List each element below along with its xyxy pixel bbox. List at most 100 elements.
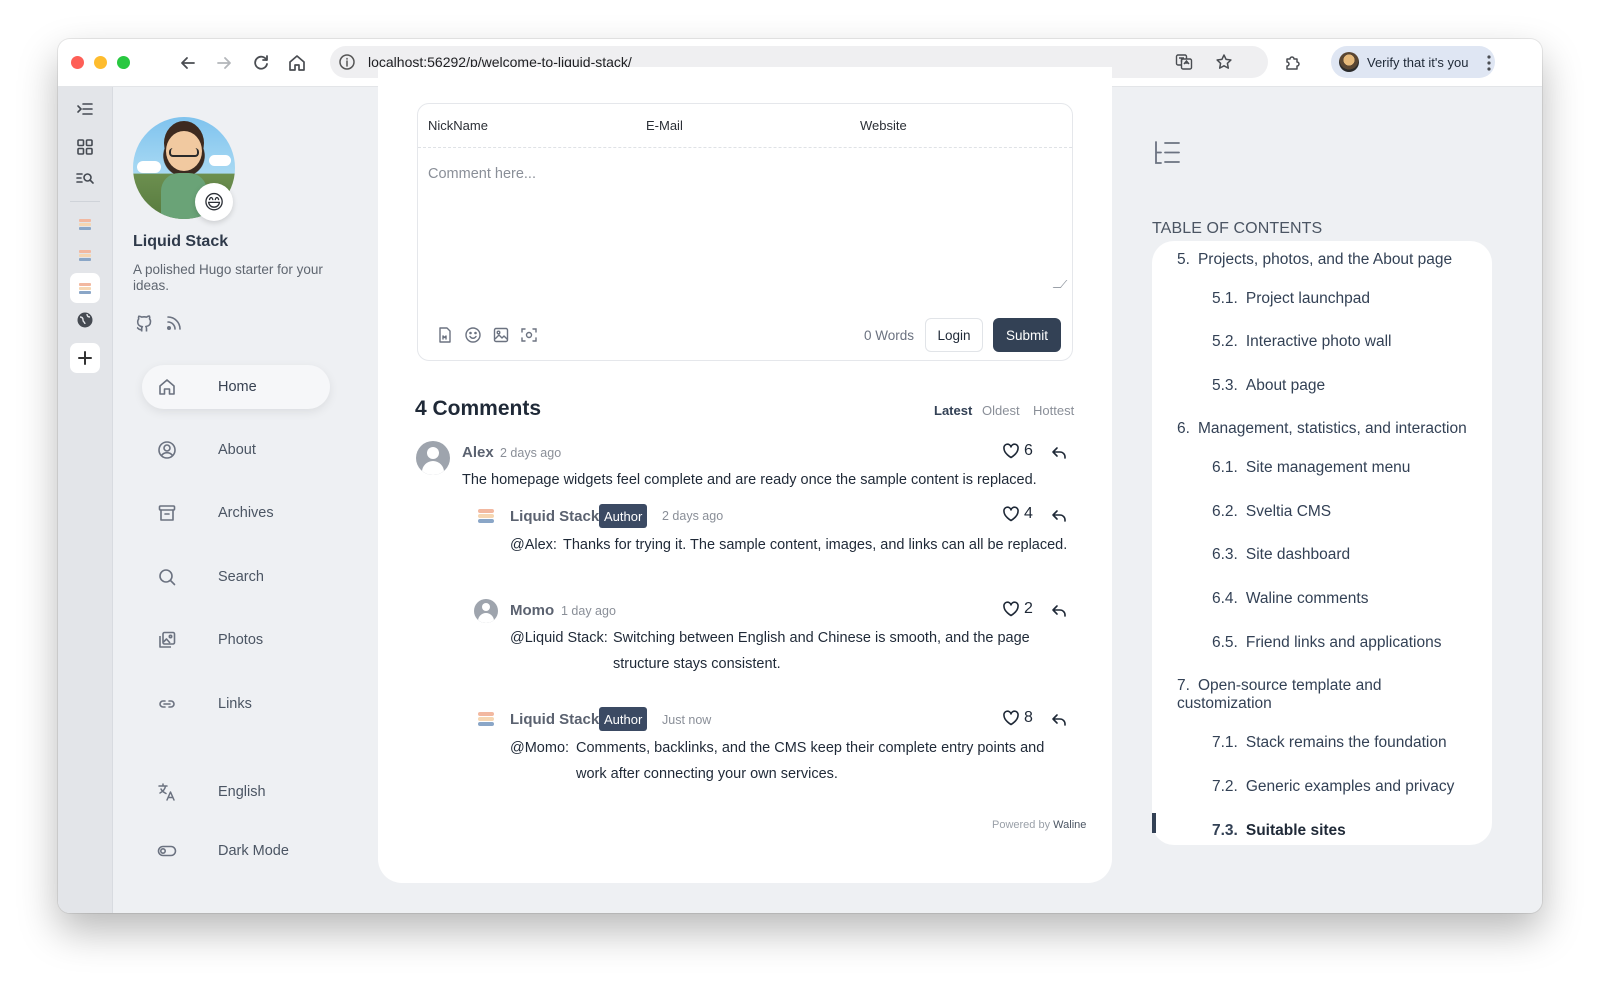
preview-icon[interactable]	[520, 326, 538, 344]
widgets-grid-icon[interactable]	[75, 137, 95, 157]
main-article-card: NickName E-Mail Website Comment here...	[378, 67, 1112, 883]
comment-mention[interactable]: @Momo:	[510, 735, 569, 761]
comment-textarea[interactable]: Comment here...	[428, 166, 536, 182]
sort-tab-oldest[interactable]: Oldest	[982, 403, 1020, 418]
close-window-button[interactable]	[71, 56, 84, 69]
translate-icon[interactable]	[1175, 53, 1193, 71]
menu-item-label: Links	[218, 696, 252, 712]
comment-author[interactable]: Alex	[462, 444, 494, 461]
home-icon[interactable]	[287, 53, 307, 73]
comment-mention[interactable]: @Liquid Stack:	[510, 625, 608, 651]
like-count: 4	[1024, 505, 1033, 522]
site-description: A polished Hugo starter for your ideas.	[133, 262, 323, 293]
reply-icon[interactable]	[1050, 711, 1068, 729]
dark-mode-toggle[interactable]: Dark Mode	[142, 829, 330, 873]
waline-link[interactable]: Waline	[1053, 819, 1086, 831]
sort-tab-hottest[interactable]: Hottest	[1033, 403, 1074, 418]
like-button[interactable]: 8	[1002, 709, 1033, 727]
toc-item[interactable]: 5.3. About page	[1212, 377, 1325, 395]
heart-icon	[1003, 443, 1019, 459]
comment-text: @Momo: Comments, backlinks, and the CMS …	[510, 735, 1070, 787]
bookmark-star-icon[interactable]	[1215, 53, 1233, 71]
comment-mention[interactable]: @Alex:	[510, 532, 557, 558]
reply-icon[interactable]	[1050, 507, 1068, 525]
nickname-field[interactable]: NickName	[428, 118, 488, 133]
heart-icon	[1003, 601, 1019, 617]
toc-item[interactable]: 7.1. Stack remains the foundation	[1212, 734, 1447, 752]
toc-item[interactable]: 6.5. Friend links and applications	[1212, 634, 1441, 652]
toc-item-active[interactable]: 7.3. Suitable sites	[1212, 822, 1346, 840]
github-icon[interactable]	[134, 313, 154, 333]
toc-item[interactable]: 7. Open-source template and customization	[1177, 677, 1477, 713]
back-arrow-icon[interactable]	[178, 53, 198, 73]
submit-button[interactable]: Submit	[993, 318, 1061, 352]
comment-author[interactable]: Momo	[510, 602, 554, 619]
globe-icon[interactable]	[75, 310, 95, 330]
like-count: 8	[1024, 709, 1033, 726]
author-badge: Author	[599, 707, 648, 731]
menu-item-search[interactable]: Search	[142, 555, 330, 599]
menu-item-label: Search	[218, 569, 264, 585]
like-button[interactable]: 2	[1002, 600, 1033, 618]
menu-item-label: Archives	[218, 505, 274, 521]
toc-item[interactable]: 6. Management, statistics, and interactio…	[1177, 420, 1467, 438]
like-button[interactable]: 4	[1002, 505, 1033, 523]
menu-item-about[interactable]: About	[142, 428, 330, 472]
toc-item[interactable]: 5. Projects, photos, and the About page	[1177, 251, 1452, 269]
forward-arrow-icon[interactable]	[214, 53, 234, 73]
image-upload-icon[interactable]	[492, 326, 510, 344]
search-list-icon[interactable]	[75, 168, 95, 188]
page-content: 😄 Liquid Stack A polished Hugo starter f…	[58, 67, 1542, 913]
toc-item[interactable]: 6.2. Sveltia CMS	[1212, 503, 1331, 521]
sort-tab-latest[interactable]: Latest	[934, 403, 972, 418]
email-field[interactable]: E-Mail	[646, 118, 683, 133]
reload-icon[interactable]	[251, 53, 271, 73]
menu-item-home[interactable]: Home	[142, 365, 330, 409]
toc-item[interactable]: 5.1. Project launchpad	[1212, 290, 1370, 308]
photos-icon	[156, 629, 178, 651]
comment-form: NickName E-Mail Website Comment here...	[417, 103, 1073, 361]
site-logo-active-icon[interactable]	[70, 273, 100, 303]
browser-menu-icon[interactable]	[1479, 53, 1499, 73]
site-logo-icon[interactable]	[75, 245, 95, 265]
word-count-label: Words	[875, 328, 915, 343]
site-logo-icon	[478, 509, 494, 523]
markdown-icon[interactable]	[436, 326, 454, 344]
extensions-puzzle-icon[interactable]	[1283, 53, 1303, 73]
site-logo-icon[interactable]	[75, 214, 95, 234]
comment-body: Thanks for trying it. The sample content…	[563, 537, 1068, 553]
comment-time: 2 days ago	[500, 446, 562, 460]
site-name: Liquid Stack	[133, 233, 229, 250]
heart-icon	[1003, 710, 1019, 726]
comment-author[interactable]: Liquid Stack	[510, 508, 599, 525]
maximize-window-button[interactable]	[117, 56, 130, 69]
reply-icon[interactable]	[1050, 444, 1068, 462]
toc-title: TABLE OF CONTENTS	[1152, 220, 1323, 237]
menu-item-archives[interactable]: Archives	[142, 491, 330, 535]
emoji-icon[interactable]	[464, 326, 482, 344]
minimize-window-button[interactable]	[94, 56, 107, 69]
like-button[interactable]: 6	[1002, 442, 1033, 460]
language-switcher[interactable]: English	[142, 770, 330, 814]
dark-mode-label: Dark Mode	[218, 843, 289, 859]
reply-icon[interactable]	[1050, 602, 1068, 620]
toc-item[interactable]: 6.3. Site dashboard	[1212, 546, 1350, 564]
comment-author[interactable]: Liquid Stack	[510, 711, 599, 728]
rss-icon[interactable]	[164, 313, 184, 333]
textarea-resize-handle[interactable]	[1052, 280, 1068, 288]
toc-item[interactable]: 7.2. Generic examples and privacy	[1212, 778, 1454, 796]
toggle-sidebar-icon[interactable]	[75, 99, 95, 119]
toc-item[interactable]: 6.4. Waline comments	[1212, 590, 1368, 608]
menu-item-photos[interactable]: Photos	[142, 618, 330, 662]
site-info-icon[interactable]	[338, 53, 356, 71]
website-field[interactable]: Website	[860, 118, 907, 133]
toc-item[interactable]: 6.1. Site management menu	[1212, 459, 1410, 477]
toc-item[interactable]: 5.2. Interactive photo wall	[1212, 333, 1391, 351]
login-button[interactable]: Login	[925, 318, 983, 352]
menu-item-links[interactable]: Links	[142, 682, 330, 726]
toggle-icon	[156, 840, 178, 862]
profile-verify-button[interactable]: Verify that it's you	[1331, 46, 1495, 78]
dock-rail	[58, 87, 113, 913]
add-site-button[interactable]	[70, 343, 100, 373]
word-count-value: 0	[864, 328, 872, 343]
